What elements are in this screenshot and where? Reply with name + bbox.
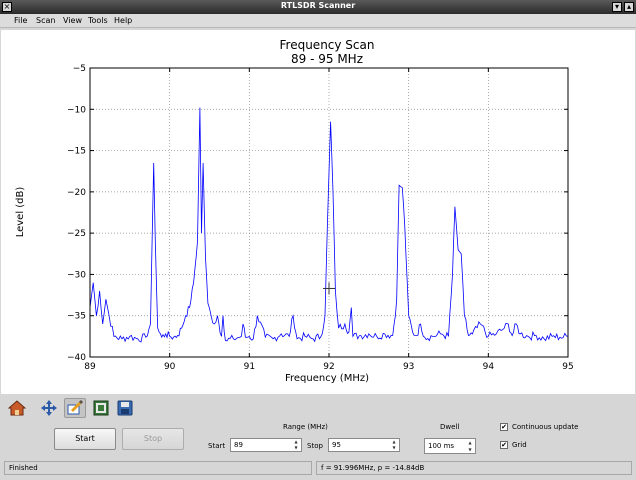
menu-help[interactable]: Help xyxy=(114,16,132,25)
y-tick-label: −5 xyxy=(73,64,86,74)
pan-button[interactable] xyxy=(38,398,60,418)
plot-toolbar xyxy=(0,396,636,420)
menu-scan[interactable]: Scan xyxy=(36,16,55,25)
continuous-update-label: Continuous update xyxy=(512,423,579,431)
x-axis-label: Frequency (MHz) xyxy=(285,373,369,384)
spectrum-chart[interactable]: Frequency Scan 89 - 95 MHz 89 90 91 92 93 94 9… xyxy=(1,30,635,394)
y-tick-label: −10 xyxy=(67,105,86,115)
range-stop-value: 95 xyxy=(332,441,341,449)
plot-canvas[interactable]: Frequency Scan 89 - 95 MHz 89 90 91 92 93 94 9… xyxy=(1,30,635,394)
cursor-readout: f = 91.996MHz, p = -14.84dB xyxy=(316,461,632,475)
status-message: Finished xyxy=(4,461,312,475)
minimize-button[interactable]: ▾ xyxy=(612,2,622,12)
range-start-label: Start xyxy=(208,442,226,450)
zoom-icon xyxy=(67,399,84,415)
x-tick-label: 92 xyxy=(323,362,334,372)
y-tick-label: −20 xyxy=(67,188,86,198)
menu-file[interactable]: File xyxy=(14,16,27,25)
dwell-select[interactable]: 100 ms ▲ ▼ xyxy=(424,438,476,454)
pan-icon xyxy=(41,400,57,416)
y-axis-label: Level (dB) xyxy=(15,187,26,238)
scan-controls: Start Stop Range (MHz) Start 89 ▲ ▼ Stop … xyxy=(0,420,636,458)
configure-icon xyxy=(93,400,109,416)
axis-ticks: 89 90 91 92 93 94 95 −5 −10 −15 −20 −25 −30 −35 −40 xyxy=(67,64,574,372)
spinner-arrows-icon[interactable]: ▲ ▼ xyxy=(467,439,473,453)
menu-bar: File Scan View Tools Help xyxy=(0,14,636,28)
x-tick-label: 94 xyxy=(483,362,495,372)
app-window: × RTLSDR Scanner ▾ ▴ File Scan View Tool… xyxy=(0,0,636,480)
menu-tools[interactable]: Tools xyxy=(88,16,108,25)
spinner-arrows-icon[interactable]: ▲ ▼ xyxy=(293,439,299,451)
dwell-label: Dwell xyxy=(440,423,460,431)
y-tick-label: −25 xyxy=(67,229,86,239)
check-mark-icon: ✔ xyxy=(501,423,507,431)
dwell-value: 100 ms xyxy=(428,442,455,450)
home-button[interactable] xyxy=(6,398,28,418)
save-icon xyxy=(117,400,133,416)
status-bar: Finished f = 91.996MHz, p = -14.84dB xyxy=(0,458,636,480)
y-tick-label: −30 xyxy=(67,270,86,280)
zoom-button[interactable] xyxy=(64,398,86,418)
check-mark-icon: ✔ xyxy=(501,441,507,449)
y-tick-label: −15 xyxy=(67,147,86,157)
window-title: RTLSDR Scanner xyxy=(280,1,356,10)
grid-lines xyxy=(90,68,568,357)
y-tick-label: −35 xyxy=(67,312,86,322)
save-button[interactable] xyxy=(114,398,136,418)
range-label: Range (MHz) xyxy=(283,423,328,431)
menu-view[interactable]: View xyxy=(63,16,82,25)
range-start-spinner[interactable]: 89 ▲ ▼ xyxy=(230,438,302,452)
home-icon xyxy=(8,400,26,416)
y-tick-label: −40 xyxy=(67,353,86,363)
x-tick-label: 93 xyxy=(403,362,414,372)
range-stop-spinner[interactable]: 95 ▲ ▼ xyxy=(328,438,400,452)
x-tick-label: 89 xyxy=(84,362,96,372)
title-bar[interactable]: × RTLSDR Scanner ▾ ▴ xyxy=(0,0,636,14)
spinner-arrows-icon[interactable]: ▲ ▼ xyxy=(391,439,397,451)
maximize-button[interactable]: ▴ xyxy=(624,2,634,12)
x-tick-label: 91 xyxy=(244,362,255,372)
crosshair-cursor xyxy=(323,282,335,295)
chart-subtitle: 89 - 95 MHz xyxy=(291,52,363,66)
grid-checkbox[interactable]: ✔ xyxy=(500,441,508,449)
x-tick-label: 95 xyxy=(562,362,573,372)
start-button[interactable]: Start xyxy=(54,428,116,450)
range-stop-label: Stop xyxy=(307,442,323,450)
range-start-value: 89 xyxy=(234,441,243,449)
configure-button[interactable] xyxy=(90,398,112,418)
grid-label: Grid xyxy=(512,441,527,449)
chart-title: Frequency Scan xyxy=(280,38,375,52)
x-tick-label: 90 xyxy=(164,362,176,372)
continuous-update-checkbox[interactable]: ✔ xyxy=(500,423,508,431)
stop-button[interactable]: Stop xyxy=(122,428,184,450)
